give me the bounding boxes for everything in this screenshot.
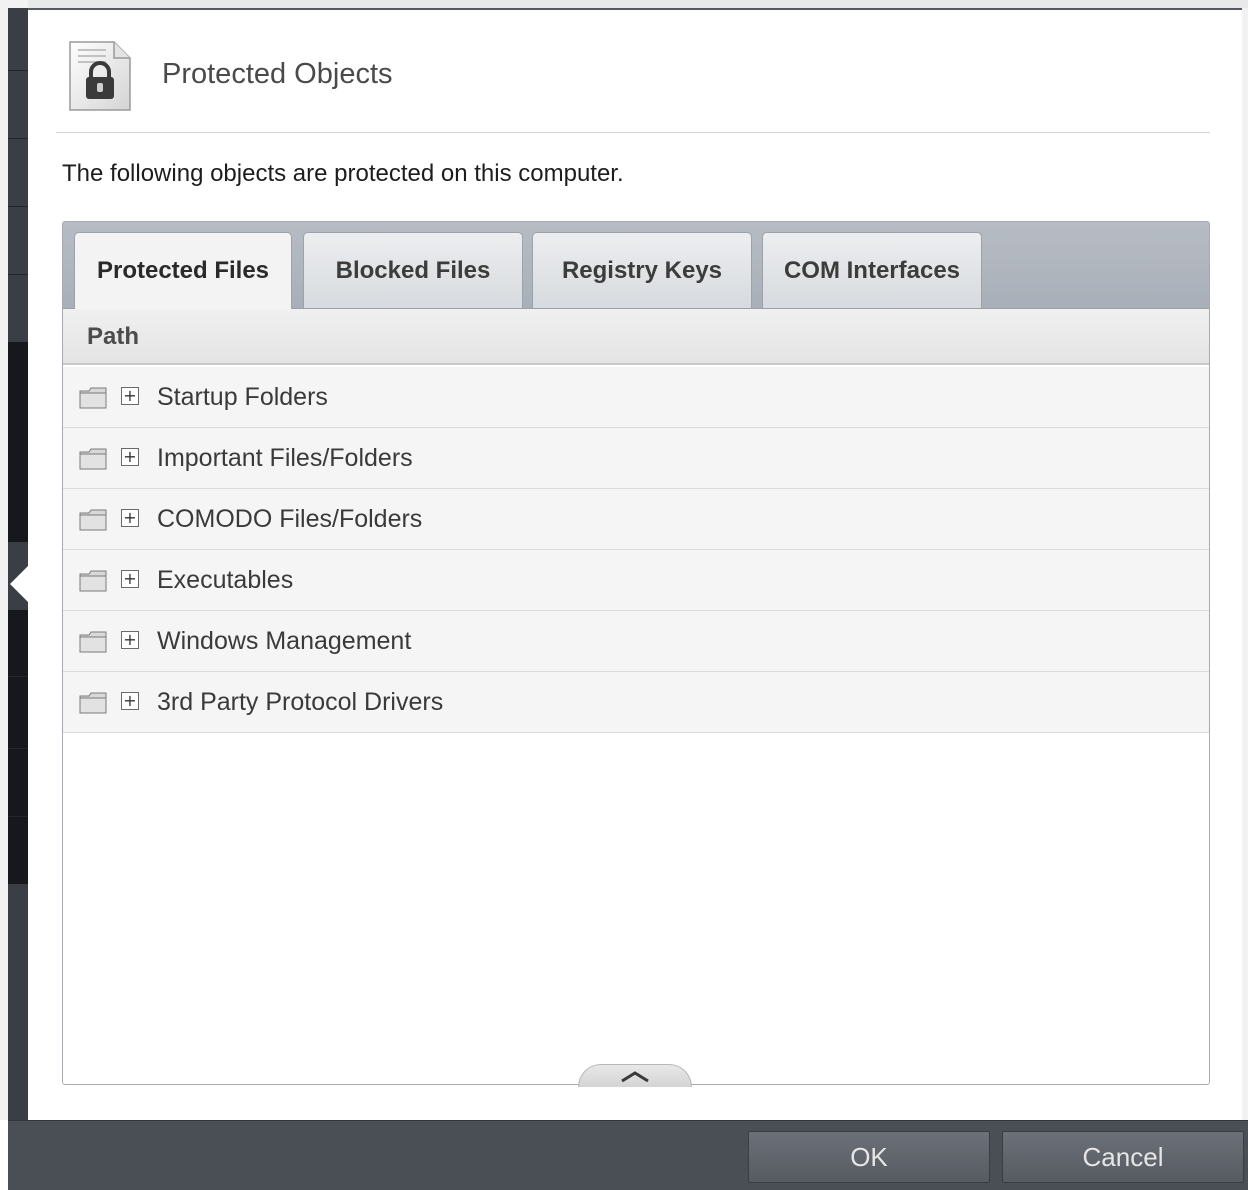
list-item[interactable]: + Windows Management — [63, 611, 1209, 672]
chevron-up-icon — [621, 1071, 649, 1083]
list-item-label: Windows Management — [157, 627, 412, 655]
list-item[interactable]: + COMODO Files/Folders — [63, 489, 1209, 550]
folder-icon — [79, 509, 107, 531]
window-top-frame — [0, 0, 1248, 8]
folder-icon — [79, 448, 107, 470]
tab-registry-keys[interactable]: Registry Keys — [532, 232, 752, 308]
tab-blocked-files[interactable]: Blocked Files — [303, 232, 523, 308]
tab-strip: Protected Files Blocked Files Registry K… — [63, 222, 1209, 309]
folder-icon — [79, 692, 107, 714]
expand-icon[interactable]: + — [121, 387, 139, 405]
right-frame — [1242, 8, 1248, 1120]
protected-objects-panel: Protected Files Blocked Files Registry K… — [62, 221, 1210, 1085]
expand-icon[interactable]: + — [121, 570, 139, 588]
expand-icon[interactable]: + — [121, 448, 139, 466]
list-item-label: COMODO Files/Folders — [157, 505, 423, 533]
window-top-border — [0, 8, 1248, 10]
folder-icon — [79, 570, 107, 592]
path-column-header[interactable]: Path — [63, 309, 1209, 365]
header-divider — [56, 132, 1210, 133]
ok-button[interactable]: OK — [748, 1131, 990, 1183]
dialog-title: Protected Objects — [162, 58, 393, 90]
protected-files-list: + Startup Folders + Important Files/Fold… — [63, 367, 1209, 733]
expand-icon[interactable]: + — [121, 631, 139, 649]
expand-icon[interactable]: + — [121, 692, 139, 710]
document-lock-icon — [66, 38, 134, 114]
list-item-label: Important Files/Folders — [157, 444, 413, 472]
list-item-label: 3rd Party Protocol Drivers — [157, 688, 444, 716]
folder-icon — [79, 631, 107, 653]
collapse-panel-button[interactable] — [578, 1064, 692, 1087]
tab-com-interfaces[interactable]: COM Interfaces — [762, 232, 982, 308]
folder-icon — [79, 387, 107, 409]
list-item-label: Executables — [157, 566, 294, 594]
list-item[interactable]: + Important Files/Folders — [63, 428, 1209, 489]
left-navigation-strip — [8, 8, 28, 1120]
list-item-label: Startup Folders — [157, 383, 328, 411]
dialog-description: The following objects are protected on t… — [62, 160, 624, 187]
cancel-button[interactable]: Cancel — [1002, 1131, 1244, 1183]
tab-protected-files[interactable]: Protected Files — [74, 232, 292, 309]
list-item[interactable]: + Executables — [63, 550, 1209, 611]
list-item[interactable]: + 3rd Party Protocol Drivers — [63, 672, 1209, 733]
list-item[interactable]: + Startup Folders — [63, 367, 1209, 428]
expand-icon[interactable]: + — [121, 509, 139, 527]
left-pointer-arrow-icon — [10, 566, 28, 602]
